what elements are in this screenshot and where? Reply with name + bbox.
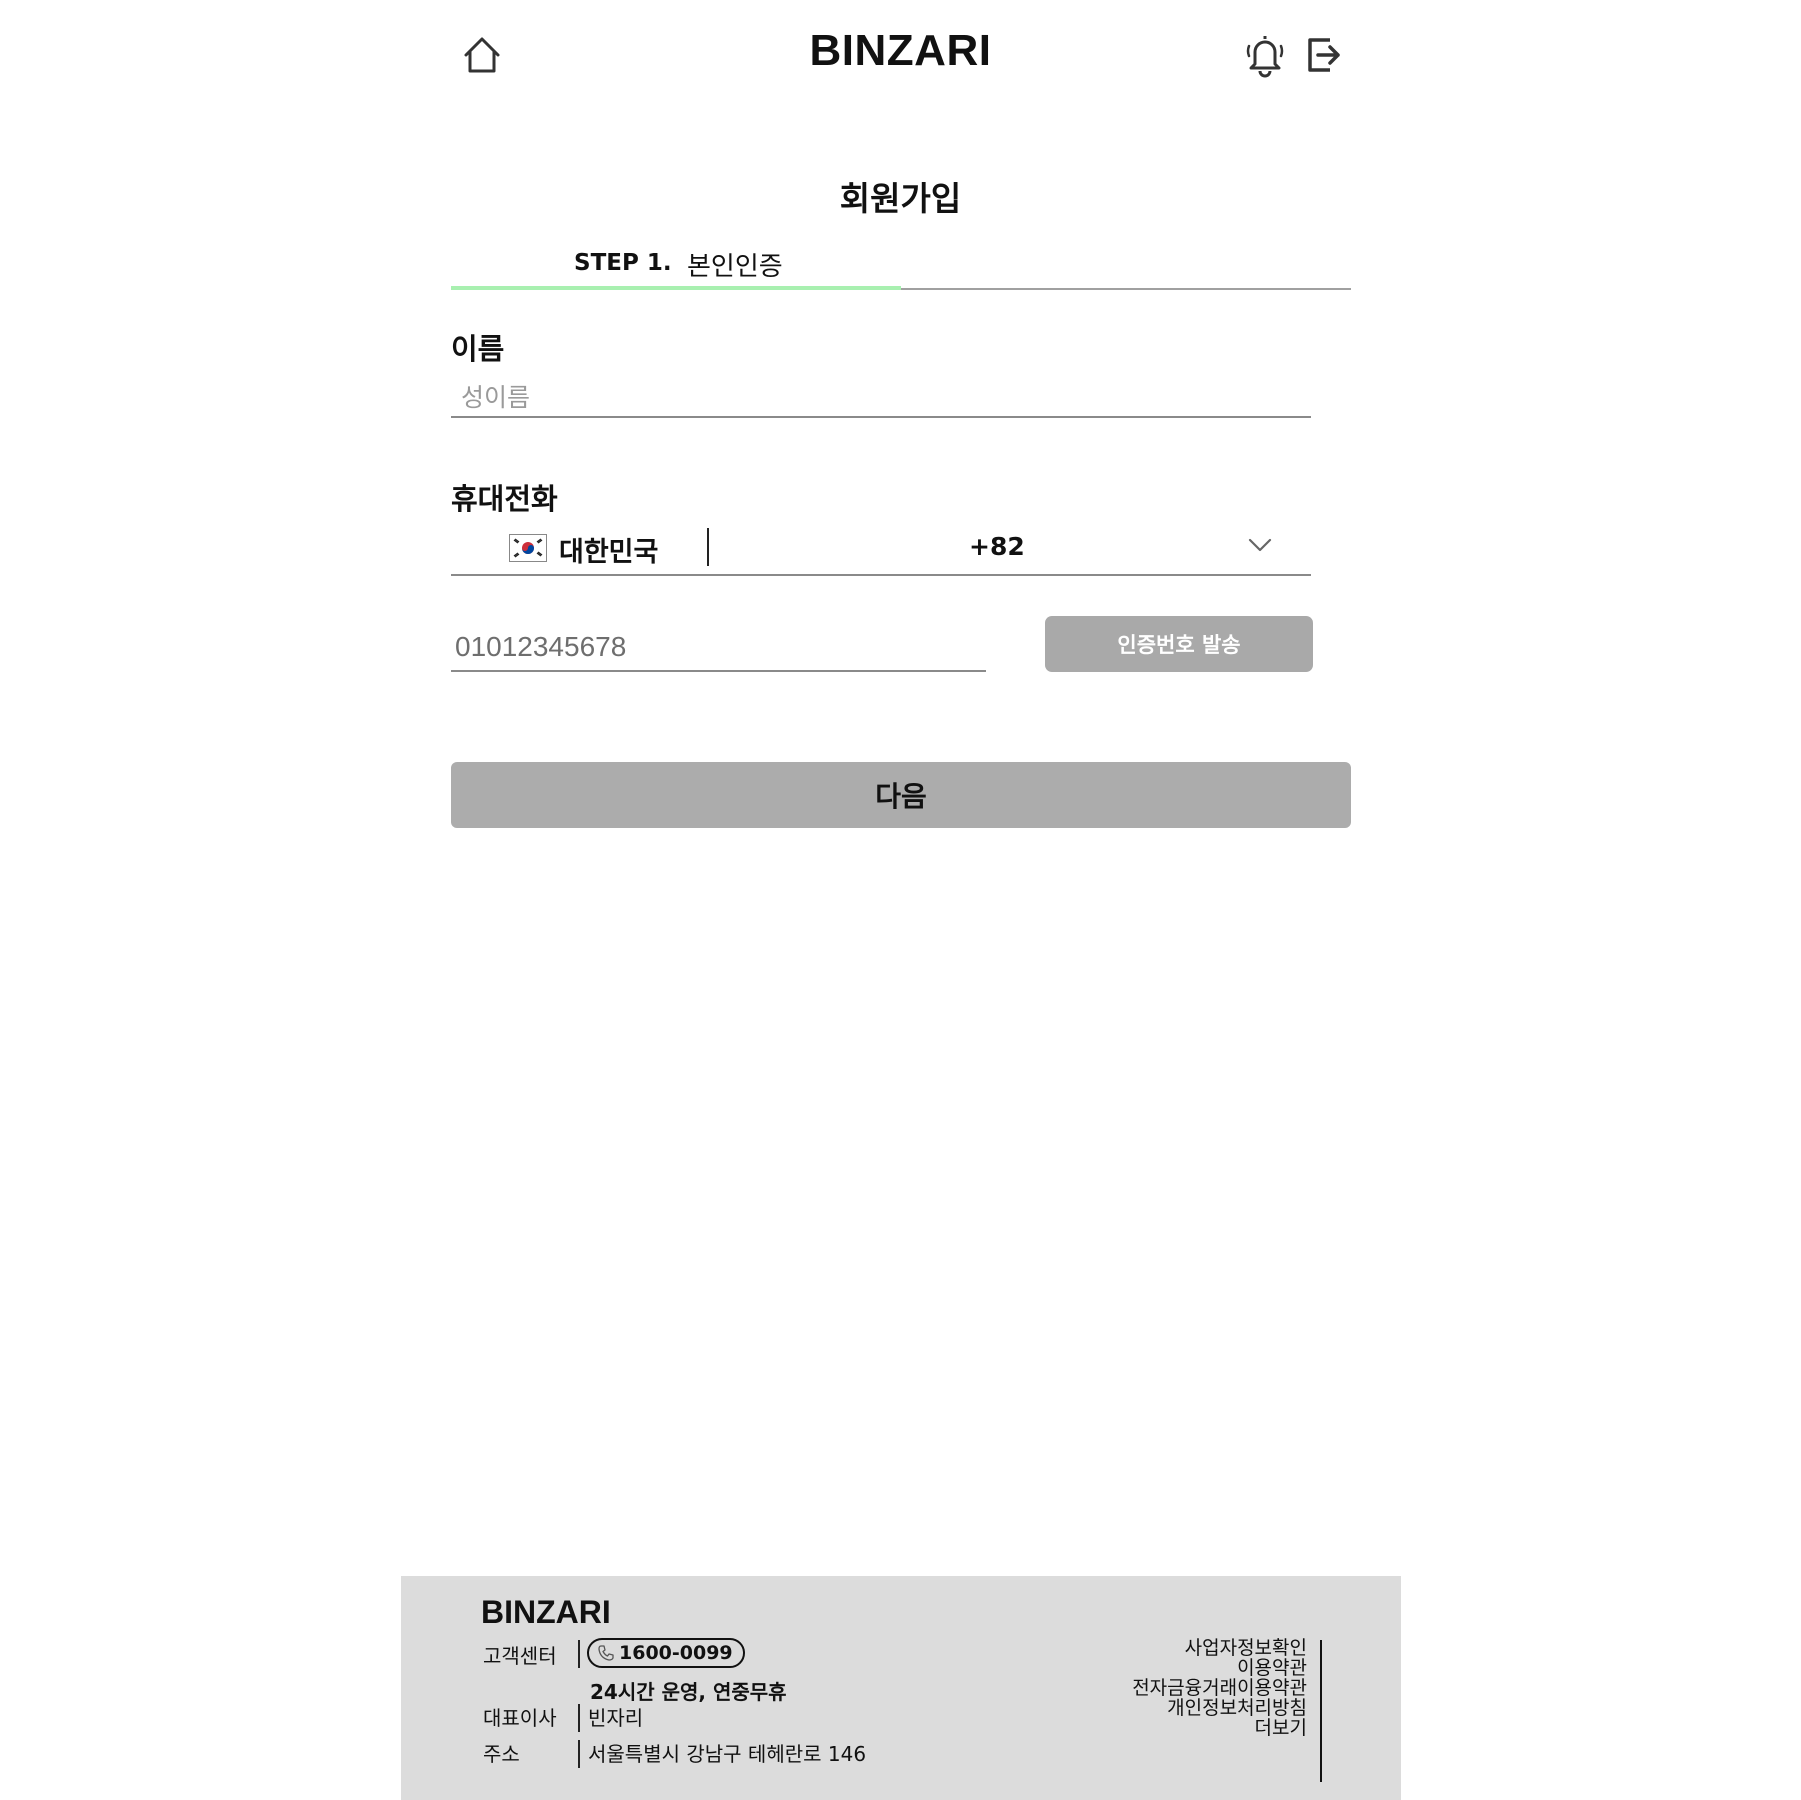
- app-brand: BINZARI: [809, 26, 992, 75]
- country-name: 대한민국: [559, 537, 659, 568]
- bell-icon[interactable]: [1244, 32, 1286, 78]
- ceo-value: 빈자리: [588, 1706, 644, 1730]
- divider: [707, 528, 709, 566]
- footer-link-business-info[interactable]: 사업자정보확인: [1132, 1638, 1307, 1658]
- divider: [1320, 1640, 1322, 1782]
- name-input[interactable]: [451, 378, 1311, 418]
- footer-link-more[interactable]: 더보기: [1132, 1718, 1307, 1738]
- step-label: STEP 1.: [574, 250, 672, 276]
- divider: [578, 1704, 580, 1732]
- step-indicator: STEP 1. 본인인증: [451, 244, 1351, 290]
- address-value: 서울특별시 강남구 테헤란로 146: [588, 1742, 867, 1766]
- step-progress: [451, 286, 901, 290]
- chevron-down-icon[interactable]: [1247, 534, 1273, 556]
- phone-number-input[interactable]: [451, 624, 986, 672]
- footer-link-e-finance-terms[interactable]: 전자금융거래이용약관: [1132, 1678, 1307, 1698]
- footer-link-privacy[interactable]: 개인정보처리방침: [1132, 1698, 1307, 1718]
- dial-code: +82: [969, 532, 1025, 561]
- send-code-button[interactable]: 인증번호 발송: [1045, 616, 1313, 672]
- ceo-label: 대표이사: [483, 1706, 557, 1730]
- logout-icon[interactable]: [1304, 34, 1344, 76]
- name-label: 이름: [451, 332, 505, 366]
- step-name: 본인인증: [687, 252, 783, 282]
- customer-center-hours: 24시간 운영, 연중무휴: [590, 1680, 787, 1704]
- divider: [578, 1740, 580, 1768]
- page-title: 회원가입: [839, 179, 962, 218]
- country-select[interactable]: 대한민국 +82: [451, 522, 1311, 576]
- address-label: 주소: [483, 1742, 520, 1766]
- divider: [578, 1640, 580, 1668]
- phone-badge[interactable]: 1600-0099: [587, 1638, 745, 1668]
- footer: BINZARI 고객센터 1600-0099 24시간 운영, 연중무휴 대표이…: [401, 1576, 1401, 1800]
- footer-links: 사업자정보확인 이용약관 전자금융거래이용약관 개인정보처리방침 더보기: [1132, 1638, 1307, 1738]
- customer-center-label: 고객센터: [483, 1644, 557, 1668]
- next-button[interactable]: 다음: [451, 762, 1351, 828]
- footer-brand: BINZARI: [481, 1594, 611, 1630]
- korea-flag-icon: [509, 534, 547, 562]
- customer-center-phone: 1600-0099: [619, 1642, 733, 1664]
- phone-label: 휴대전화: [451, 482, 558, 516]
- footer-link-terms[interactable]: 이용약관: [1132, 1658, 1307, 1678]
- phone-icon: [597, 1644, 615, 1662]
